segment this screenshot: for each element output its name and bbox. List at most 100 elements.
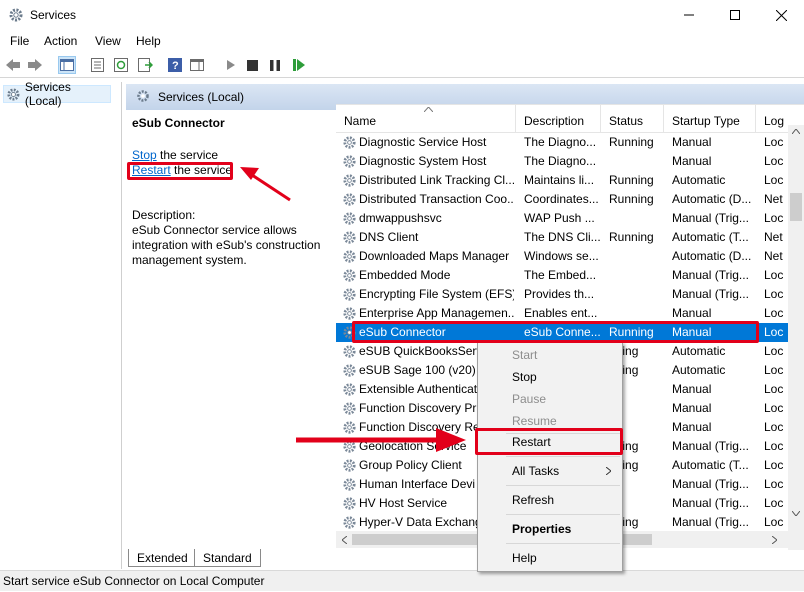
- cell-status: Running: [609, 192, 654, 206]
- properties-page-icon: [90, 58, 104, 72]
- vertical-scrollbar[interactable]: [788, 125, 804, 550]
- services-gear-icon: [7, 87, 20, 101]
- tab-standard[interactable]: Standard: [194, 549, 261, 567]
- table-row[interactable]: DNS Client The DNS Cli... Running Automatic…: [336, 228, 794, 247]
- maximize-icon: [730, 10, 740, 20]
- cell-status: [609, 209, 661, 228]
- cell-description: Maintains li...: [524, 173, 595, 187]
- pause-icon: [270, 59, 280, 71]
- table-row[interactable]: Encrypting File System (EFS) Provides th.…: [336, 285, 794, 304]
- cell-name: Embedded Mode: [359, 268, 451, 282]
- refresh-toolbar-button[interactable]: [112, 56, 130, 74]
- menu-action[interactable]: Action: [44, 34, 77, 48]
- cell-name: Diagnostic Service Host: [359, 135, 487, 149]
- forward-button[interactable]: [26, 56, 44, 74]
- show-action-pane-button[interactable]: [188, 56, 206, 74]
- service-gear-icon: [343, 421, 356, 434]
- export-icon: [137, 58, 153, 72]
- service-gear-icon: [343, 155, 356, 168]
- restart-service-button[interactable]: [290, 56, 308, 74]
- cell-startup-type: Automatic: [672, 173, 726, 187]
- cell-startup-type: Automatic (D...: [672, 249, 752, 263]
- scroll-right-icon: [772, 536, 777, 544]
- column-startup-type[interactable]: Startup Type: [664, 105, 756, 133]
- show-console-tree-button[interactable]: [58, 56, 76, 74]
- menu-refresh[interactable]: Refresh: [479, 489, 621, 511]
- table-row[interactable]: Diagnostic Service Host The Diagno... Runn…: [336, 133, 794, 152]
- column-log-on-as[interactable]: Log: [756, 105, 790, 133]
- cell-startup-type: Manual (Trig...: [672, 439, 749, 453]
- menu-pause[interactable]: Pause: [479, 388, 621, 410]
- svg-text:?: ?: [172, 60, 179, 72]
- menu-start[interactable]: Start: [479, 344, 621, 366]
- column-status[interactable]: Status: [601, 105, 664, 133]
- cell-startup-type: Manual (Trig...: [672, 496, 749, 510]
- minimize-button[interactable]: [666, 0, 712, 30]
- column-description[interactable]: Description: [516, 105, 601, 133]
- content-header-title: Services (Local): [158, 90, 245, 104]
- play-icon: [227, 60, 235, 70]
- console-tree-icon: [60, 59, 74, 71]
- close-icon: [775, 9, 787, 21]
- menu-all-tasks-label: All Tasks: [512, 464, 560, 478]
- menu-stop[interactable]: Stop: [479, 366, 621, 388]
- cell-name: DNS Client: [359, 230, 419, 244]
- cell-description: The DNS Cli...: [524, 230, 600, 244]
- help-toolbar-button[interactable]: ?: [166, 56, 184, 74]
- menu-all-tasks[interactable]: All Tasks: [479, 460, 621, 482]
- tab-extended[interactable]: Extended: [128, 549, 197, 567]
- cell-name: Distributed Link Tracking Cl...: [359, 173, 514, 187]
- cell-startup-type: Automatic (T...: [672, 458, 749, 472]
- cell-name: Downloaded Maps Manager: [359, 249, 510, 263]
- table-row[interactable]: Diagnostic System Host The Diagno... Manua…: [336, 152, 794, 171]
- pause-service-button[interactable]: [266, 56, 284, 74]
- column-header-row: Name Description Status Startup Type Log: [336, 105, 804, 133]
- cell-startup-type: Automatic (T...: [672, 230, 749, 244]
- refresh-icon: [114, 58, 128, 72]
- menu-view[interactable]: View: [95, 34, 121, 48]
- cell-status: Running: [609, 230, 654, 244]
- cell-startup-type: Manual: [672, 401, 712, 415]
- context-menu: Start Stop Pause Resume Restart All Task…: [477, 342, 623, 572]
- menu-separator: [506, 456, 620, 457]
- minimize-icon: [684, 14, 694, 16]
- window-title: Services: [30, 8, 77, 22]
- sort-ascending-icon: [424, 107, 433, 112]
- cell-status: [609, 285, 661, 304]
- table-row[interactable]: Embedded Mode The Embed... Manual (Trig...…: [336, 266, 794, 285]
- cell-startup-type: Manual: [672, 420, 712, 434]
- table-row[interactable]: Distributed Transaction Coo... Coordinate…: [336, 190, 794, 209]
- cell-startup-type: Manual (Trig...: [672, 268, 749, 282]
- tree-item-services-local[interactable]: Services (Local): [3, 80, 111, 108]
- vertical-scroll-thumb[interactable]: [790, 193, 802, 221]
- menu-help[interactable]: Help: [479, 547, 621, 569]
- service-gear-icon: [343, 402, 356, 415]
- menu-bar: File Action View Help: [0, 30, 804, 52]
- service-gear-icon: [343, 193, 356, 206]
- table-row[interactable]: Distributed Link Tracking Cl... Maintains…: [336, 171, 794, 190]
- menu-help[interactable]: Help: [136, 34, 161, 48]
- table-row[interactable]: dmwappushsvc WAP Push ... Manual (Trig... L…: [336, 209, 794, 228]
- start-service-button[interactable]: [222, 56, 240, 74]
- close-button[interactable]: [758, 0, 804, 30]
- cell-startup-type: Automatic (D...: [672, 192, 752, 206]
- back-button[interactable]: [4, 56, 22, 74]
- cell-name: Encrypting File System (EFS): [359, 287, 514, 301]
- stop-line: Stop the service: [132, 148, 218, 162]
- cell-startup-type: Manual (Trig...: [672, 477, 749, 491]
- stop-service-link[interactable]: Stop: [132, 148, 157, 162]
- properties-toolbar-button[interactable]: [88, 56, 106, 74]
- stop-service-button[interactable]: [243, 56, 261, 74]
- service-gear-icon: [343, 364, 356, 377]
- cell-description: The Embed...: [524, 268, 597, 282]
- menu-file[interactable]: File: [10, 34, 29, 48]
- maximize-button[interactable]: [712, 0, 758, 30]
- restart-menu-highlight: [475, 428, 623, 455]
- service-gear-icon: [343, 288, 356, 301]
- scroll-down-icon: [792, 511, 800, 516]
- column-name[interactable]: Name: [336, 105, 516, 133]
- cell-startup-type: Manual (Trig...: [672, 211, 749, 225]
- menu-properties[interactable]: Properties: [479, 518, 621, 540]
- table-row[interactable]: Downloaded Maps Manager Windows se... Auto…: [336, 247, 794, 266]
- export-list-button[interactable]: [136, 56, 154, 74]
